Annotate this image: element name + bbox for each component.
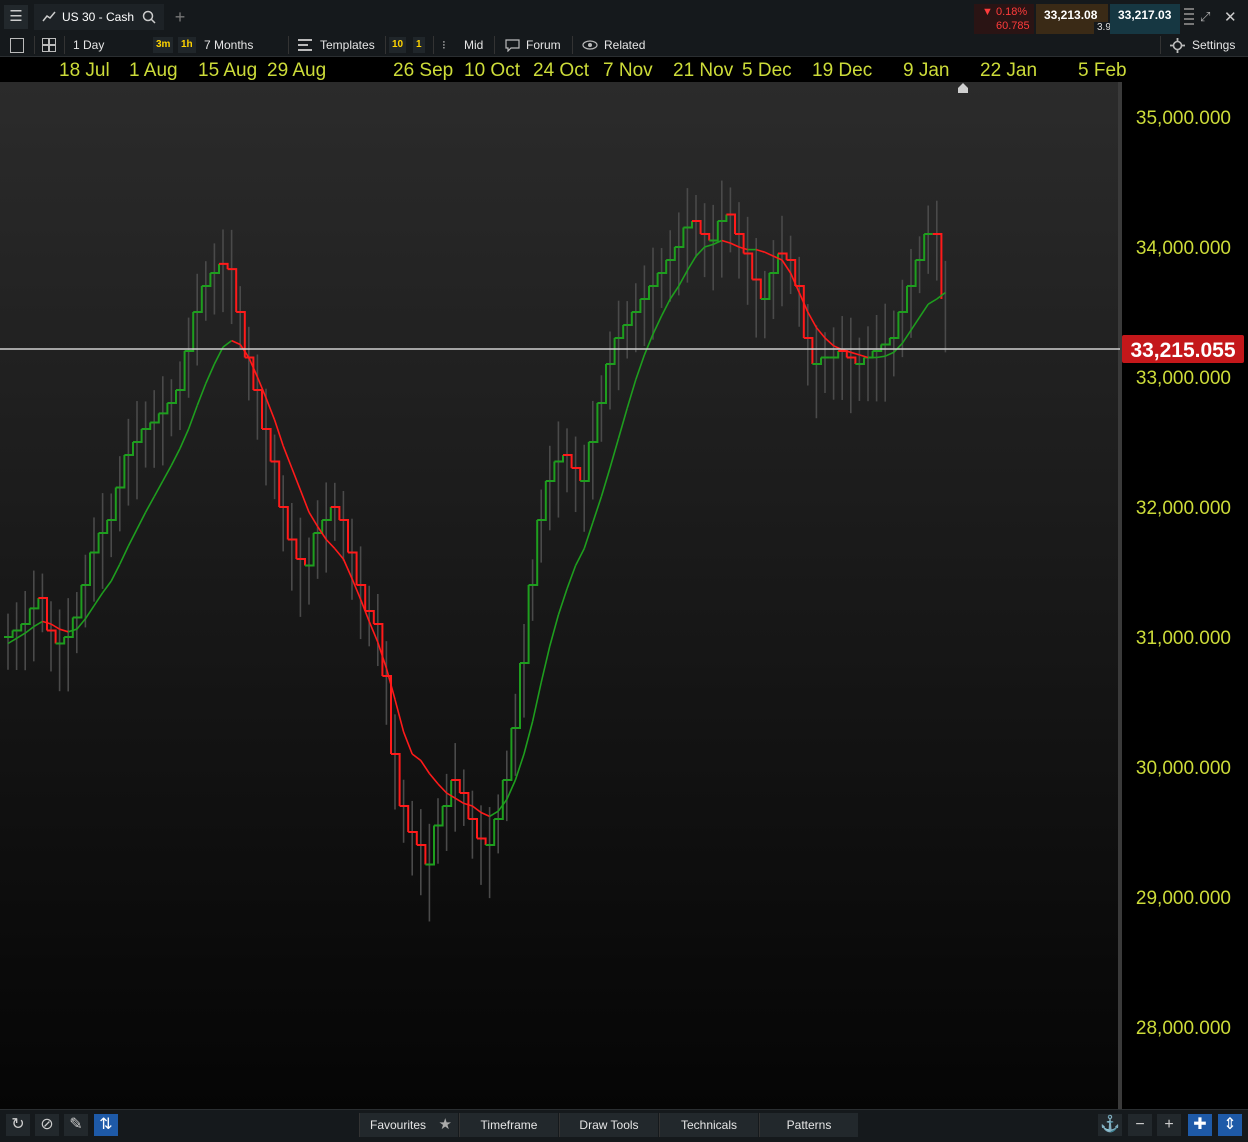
gear-icon [1170, 38, 1185, 53]
bottom-toolbar: ↻ ⊘ ✎ ⇅ Favourites ★ Timeframe Draw Tool… [0, 1109, 1248, 1142]
templates-button[interactable]: Templates [320, 36, 375, 54]
related-button[interactable]: Related [604, 36, 645, 54]
x-tick-label: 29 Aug [267, 60, 327, 81]
price-chart[interactable]: 35,000.000 34,000.000 33,000.000 32,000.000… [0, 82, 1248, 1109]
instrument-tab[interactable]: US 30 - Cash [34, 4, 164, 30]
instrument-name: US 30 - Cash [62, 10, 135, 24]
grip-icon[interactable] [1184, 6, 1194, 28]
y-tick-label: 31,000.000 [1136, 628, 1231, 649]
zoom-out-icon[interactable]: − [1128, 1114, 1152, 1136]
x-tick-label: 26 Sep [393, 60, 454, 81]
x-tick-label: 7 Nov [603, 60, 653, 81]
fit-vertical-icon[interactable]: ⇕ [1218, 1114, 1242, 1136]
menu-button[interactable]: ☰ [4, 5, 28, 29]
x-tick-label: 21 Nov [673, 60, 734, 81]
templates-icon [298, 39, 312, 51]
forum-icon [505, 39, 520, 52]
y-tick-label: 29,000.000 [1136, 888, 1231, 909]
star-icon: ★ [438, 1116, 452, 1133]
change-pct: 0.18% [995, 6, 1028, 18]
x-tick-label: 9 Jan [903, 60, 950, 81]
plus-icon: + [174, 7, 186, 27]
favourites-tab[interactable]: Favourites ★ [359, 1113, 458, 1137]
x-tick-label: 24 Oct [533, 60, 589, 81]
chart-svg[interactable]: 35,000.000 34,000.000 33,000.000 32,000.000… [0, 82, 1248, 1109]
x-tick-label: 15 Aug [198, 60, 258, 81]
crosshair-sort-icon[interactable]: ⇅ [94, 1114, 118, 1136]
quick-1-button[interactable]: 1 [413, 37, 425, 53]
date-axis: 18 Jul 1 Aug 15 Aug 29 Aug 26 Sep 10 Oct… [0, 57, 1248, 82]
quick-3m-button[interactable]: 3m [153, 37, 174, 53]
price-mode-select[interactable]: Mid [464, 36, 483, 54]
search-icon[interactable] [142, 10, 156, 24]
pencil-icon[interactable]: ✎ [64, 1114, 88, 1136]
x-tick-label: 10 Oct [464, 60, 520, 81]
y-tick-label: 34,000.000 [1136, 238, 1231, 259]
window-tabbar: ☰ US 30 - Cash + ▼ 0.18% 60.785 33,213.0… [0, 0, 1248, 35]
x-tick-label: 22 Jan [980, 60, 1038, 81]
chart-toolbar: 1 Day 3m 1h 7 Months Templates 10 1 ⁝ Mi… [0, 34, 1248, 57]
add-tab-button[interactable]: + [170, 4, 190, 30]
price-mode-icon: ⁝ [442, 38, 446, 52]
close-icon[interactable]: ✕ [1224, 8, 1237, 26]
hide-icon[interactable]: ⊘ [35, 1114, 59, 1136]
x-tick-label: 1 Aug [129, 60, 178, 81]
down-arrow-icon: ▼ [982, 6, 993, 18]
eye-icon [582, 40, 598, 50]
y-tick-label: 33,000.000 [1136, 368, 1231, 389]
axis-scrollbar[interactable] [1118, 82, 1122, 1109]
y-tick-label: 28,000.000 [1136, 1018, 1231, 1039]
x-tick-label: 5 Feb [1078, 60, 1127, 81]
draw-tools-tab[interactable]: Draw Tools [559, 1113, 658, 1137]
x-tick-label: 19 Dec [812, 60, 873, 81]
y-tick-label: 35,000.000 [1136, 108, 1231, 129]
expand-icon[interactable]: ⤢ [1200, 9, 1210, 25]
plot-background [0, 82, 1120, 1109]
refresh-icon[interactable]: ↻ [6, 1114, 30, 1136]
layout-grid-icon[interactable] [42, 38, 56, 52]
quick-1h-button[interactable]: 1h [178, 37, 196, 53]
zoom-in-icon[interactable]: + [1157, 1114, 1181, 1136]
list-icon[interactable] [10, 38, 24, 53]
buy-price-button[interactable]: 33,217.03 [1110, 4, 1180, 34]
x-tick-label: 5 Dec [742, 60, 792, 81]
patterns-tab[interactable]: Patterns [759, 1113, 858, 1137]
change-abs: 60.785 [996, 20, 1030, 32]
forum-button[interactable]: Forum [526, 36, 561, 54]
ask-price: 33,217.03 [1118, 8, 1172, 22]
line-chart-icon [42, 11, 56, 22]
timeframe-tab[interactable]: Timeframe [459, 1113, 558, 1137]
y-tick-label: 30,000.000 [1136, 758, 1231, 779]
favourites-label: Favourites [369, 1118, 427, 1132]
current-price-label: 33,215.055 [1130, 339, 1235, 362]
hamburger-icon: ☰ [9, 8, 23, 25]
technicals-tab[interactable]: Technicals [659, 1113, 758, 1137]
settings-button[interactable]: Settings [1192, 36, 1235, 54]
interval-select[interactable]: 1 Day [73, 36, 104, 54]
x-tick-label: 18 Jul [59, 60, 110, 81]
bid-price: 33,213.08 [1044, 8, 1098, 22]
quick-10-button[interactable]: 10 [389, 37, 407, 53]
anchor-icon[interactable]: ⚓ [1098, 1114, 1122, 1136]
change-box: ▼ 0.18% 60.785 [974, 4, 1034, 34]
y-tick-label: 32,000.000 [1136, 498, 1231, 519]
crosshair-icon[interactable]: ✚ [1188, 1114, 1212, 1136]
range-select[interactable]: 7 Months [204, 36, 253, 54]
